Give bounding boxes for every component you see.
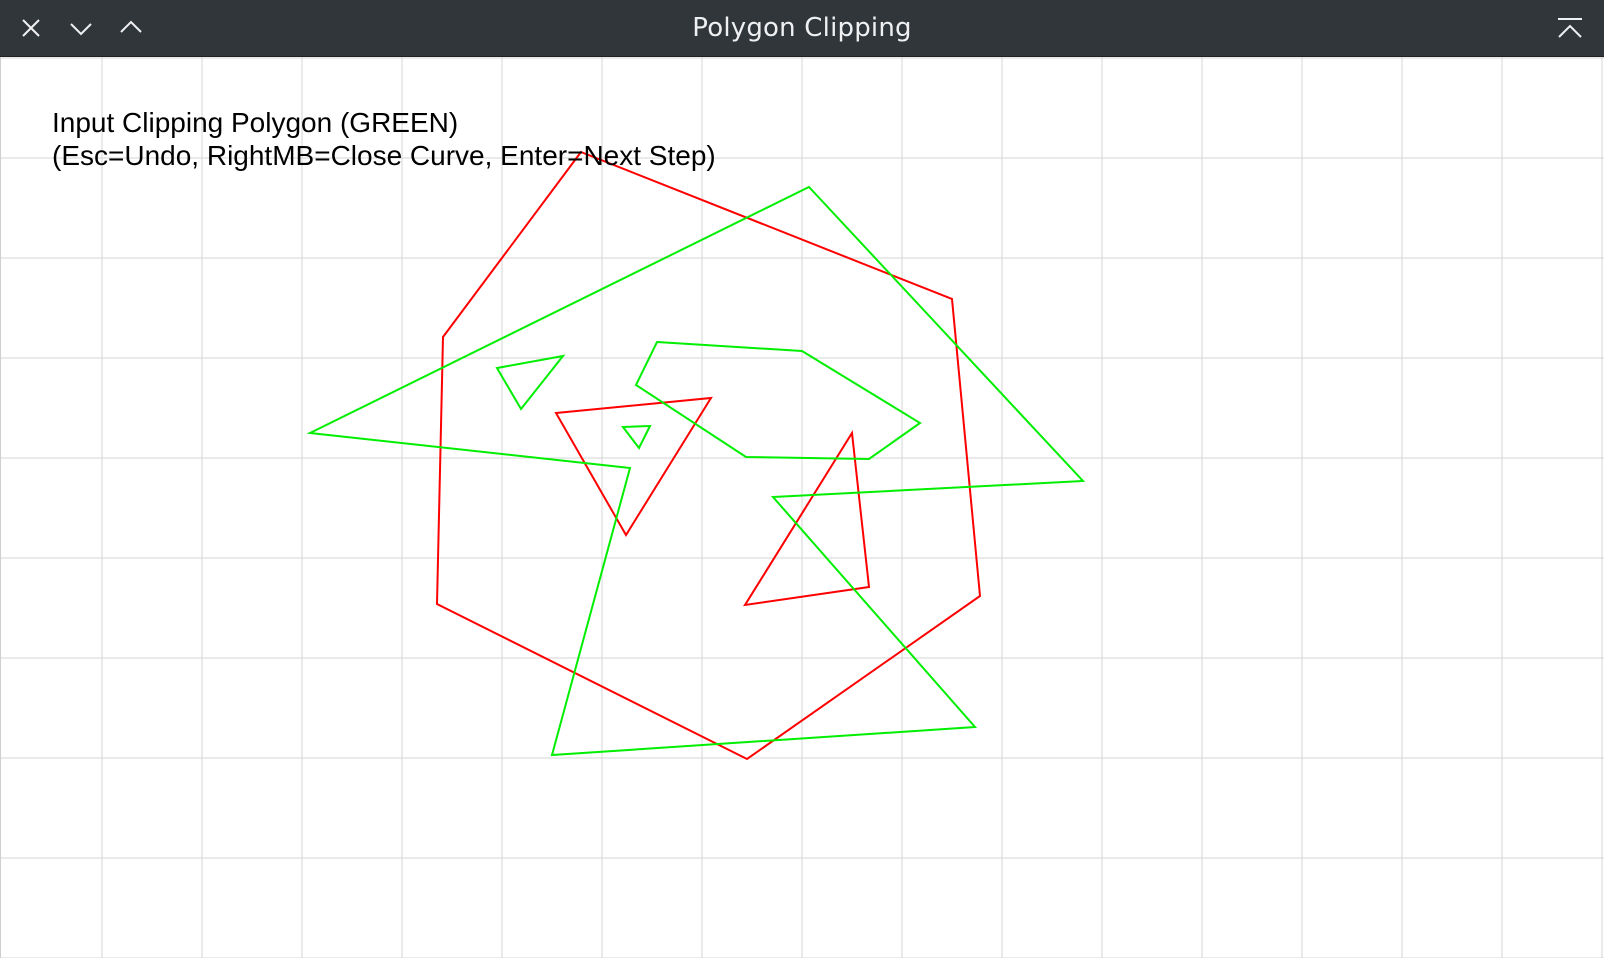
close-icon (22, 19, 40, 37)
chevron-up-icon (120, 20, 142, 33)
clip-polygon-small-triangle (621, 424, 652, 450)
clip-polygon-main (306, 185, 1086, 757)
minimize-button[interactable] (63, 10, 99, 46)
canvas-svg[interactable] (1, 57, 1604, 958)
maximize-button[interactable] (113, 10, 149, 46)
clip-polygons (306, 185, 1086, 757)
keep-above-icon (1558, 18, 1582, 38)
chevron-down-icon (70, 23, 92, 36)
app-window: Polygon Clipping Input Clipping Polygon … (0, 0, 1604, 958)
window-title: Polygon Clipping (692, 13, 912, 43)
clip-polygon-triangle (495, 354, 566, 411)
keep-above-button[interactable] (1552, 10, 1588, 46)
title-bar[interactable]: Polygon Clipping (0, 0, 1604, 57)
close-button[interactable] (13, 10, 49, 46)
grid (1, 57, 1604, 958)
drawing-canvas[interactable]: Input Clipping Polygon (GREEN) (Esc=Undo… (0, 57, 1604, 958)
